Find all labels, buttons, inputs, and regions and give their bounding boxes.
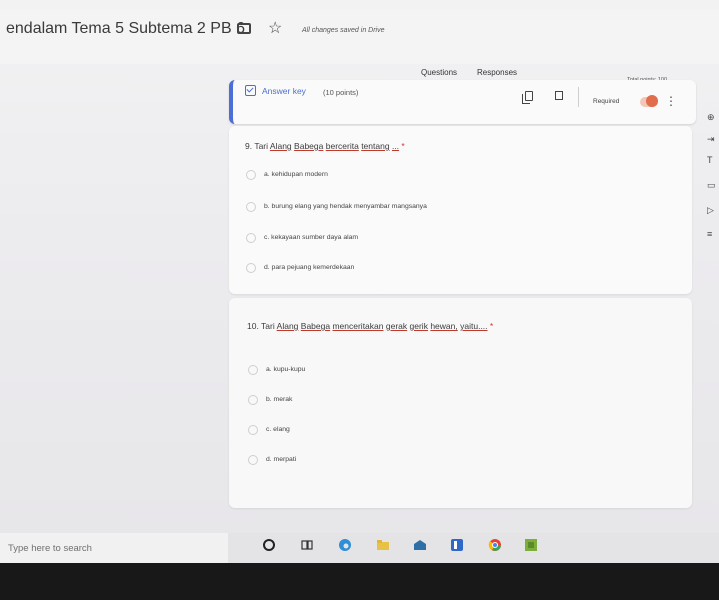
add-video-icon[interactable]: ▷ [707, 205, 714, 216]
divider [578, 87, 579, 107]
monitor-bezel [0, 563, 719, 600]
star-icon[interactable]: ☆ [268, 18, 282, 38]
app-icon[interactable] [450, 538, 464, 552]
radio-option[interactable] [246, 263, 256, 273]
option-label: a. kehidupan modern [264, 171, 328, 178]
points-label: (10 points) [323, 88, 359, 97]
radio-option[interactable] [248, 365, 258, 375]
option-label: d. merpati [266, 456, 297, 463]
option-label: b. merak [266, 396, 293, 403]
required-label: Required [593, 98, 620, 105]
tab-questions[interactable]: Questions [421, 68, 457, 77]
required-toggle-knob[interactable] [646, 95, 658, 107]
question-title: 9. Tari Alang Babega bercerita tentang .… [245, 141, 405, 151]
store-icon[interactable] [413, 538, 427, 552]
check-icon [245, 85, 256, 96]
option-label: b. burung elang yang hendak menyambar ma… [264, 203, 427, 210]
tab-responses[interactable]: Responses [477, 68, 517, 77]
screen: endalam Tema 5 Subtema 2 PB 6 ☆ All chan… [0, 0, 719, 600]
task-view-icon[interactable] [300, 538, 314, 552]
question-title: 10. Tari Alang Babega menceritakan gerak… [247, 321, 494, 331]
taskbar-search-placeholder: Type here to search [8, 543, 92, 554]
radio-option[interactable] [248, 425, 258, 435]
option-label: c. elang [266, 426, 290, 433]
trash-icon[interactable] [555, 91, 563, 100]
add-section-icon[interactable]: ≡ [707, 229, 712, 239]
minecraft-icon[interactable] [524, 538, 538, 552]
add-title-icon[interactable]: T [707, 155, 713, 165]
radio-option[interactable] [246, 233, 256, 243]
import-questions-icon[interactable]: ⇥ [707, 134, 715, 145]
add-question-icon[interactable]: ⊕ [707, 112, 715, 123]
cortana-icon[interactable] [262, 538, 276, 552]
option-label: a. kupu-kupu [266, 366, 306, 373]
edge-icon[interactable] [338, 538, 352, 552]
folder-icon[interactable] [237, 23, 251, 34]
document-title[interactable]: endalam Tema 5 Subtema 2 PB 6 [6, 20, 245, 38]
radio-option[interactable] [246, 170, 256, 180]
answer-key-button[interactable]: Answer key [262, 86, 306, 96]
file-explorer-icon[interactable] [376, 538, 390, 552]
more-icon[interactable]: ⋮ [665, 95, 677, 107]
option-label: c. kekayaan sumber daya alam [264, 234, 359, 241]
saved-status: All changes saved in Drive [302, 27, 385, 34]
option-label: d. para pejuang kemerdekaan [264, 264, 355, 271]
radio-option[interactable] [248, 455, 258, 465]
copy-icon[interactable] [522, 91, 533, 104]
chrome-icon[interactable] [488, 538, 502, 552]
add-image-icon[interactable]: ▭ [707, 180, 716, 191]
radio-option[interactable] [248, 395, 258, 405]
radio-option[interactable] [246, 202, 256, 212]
